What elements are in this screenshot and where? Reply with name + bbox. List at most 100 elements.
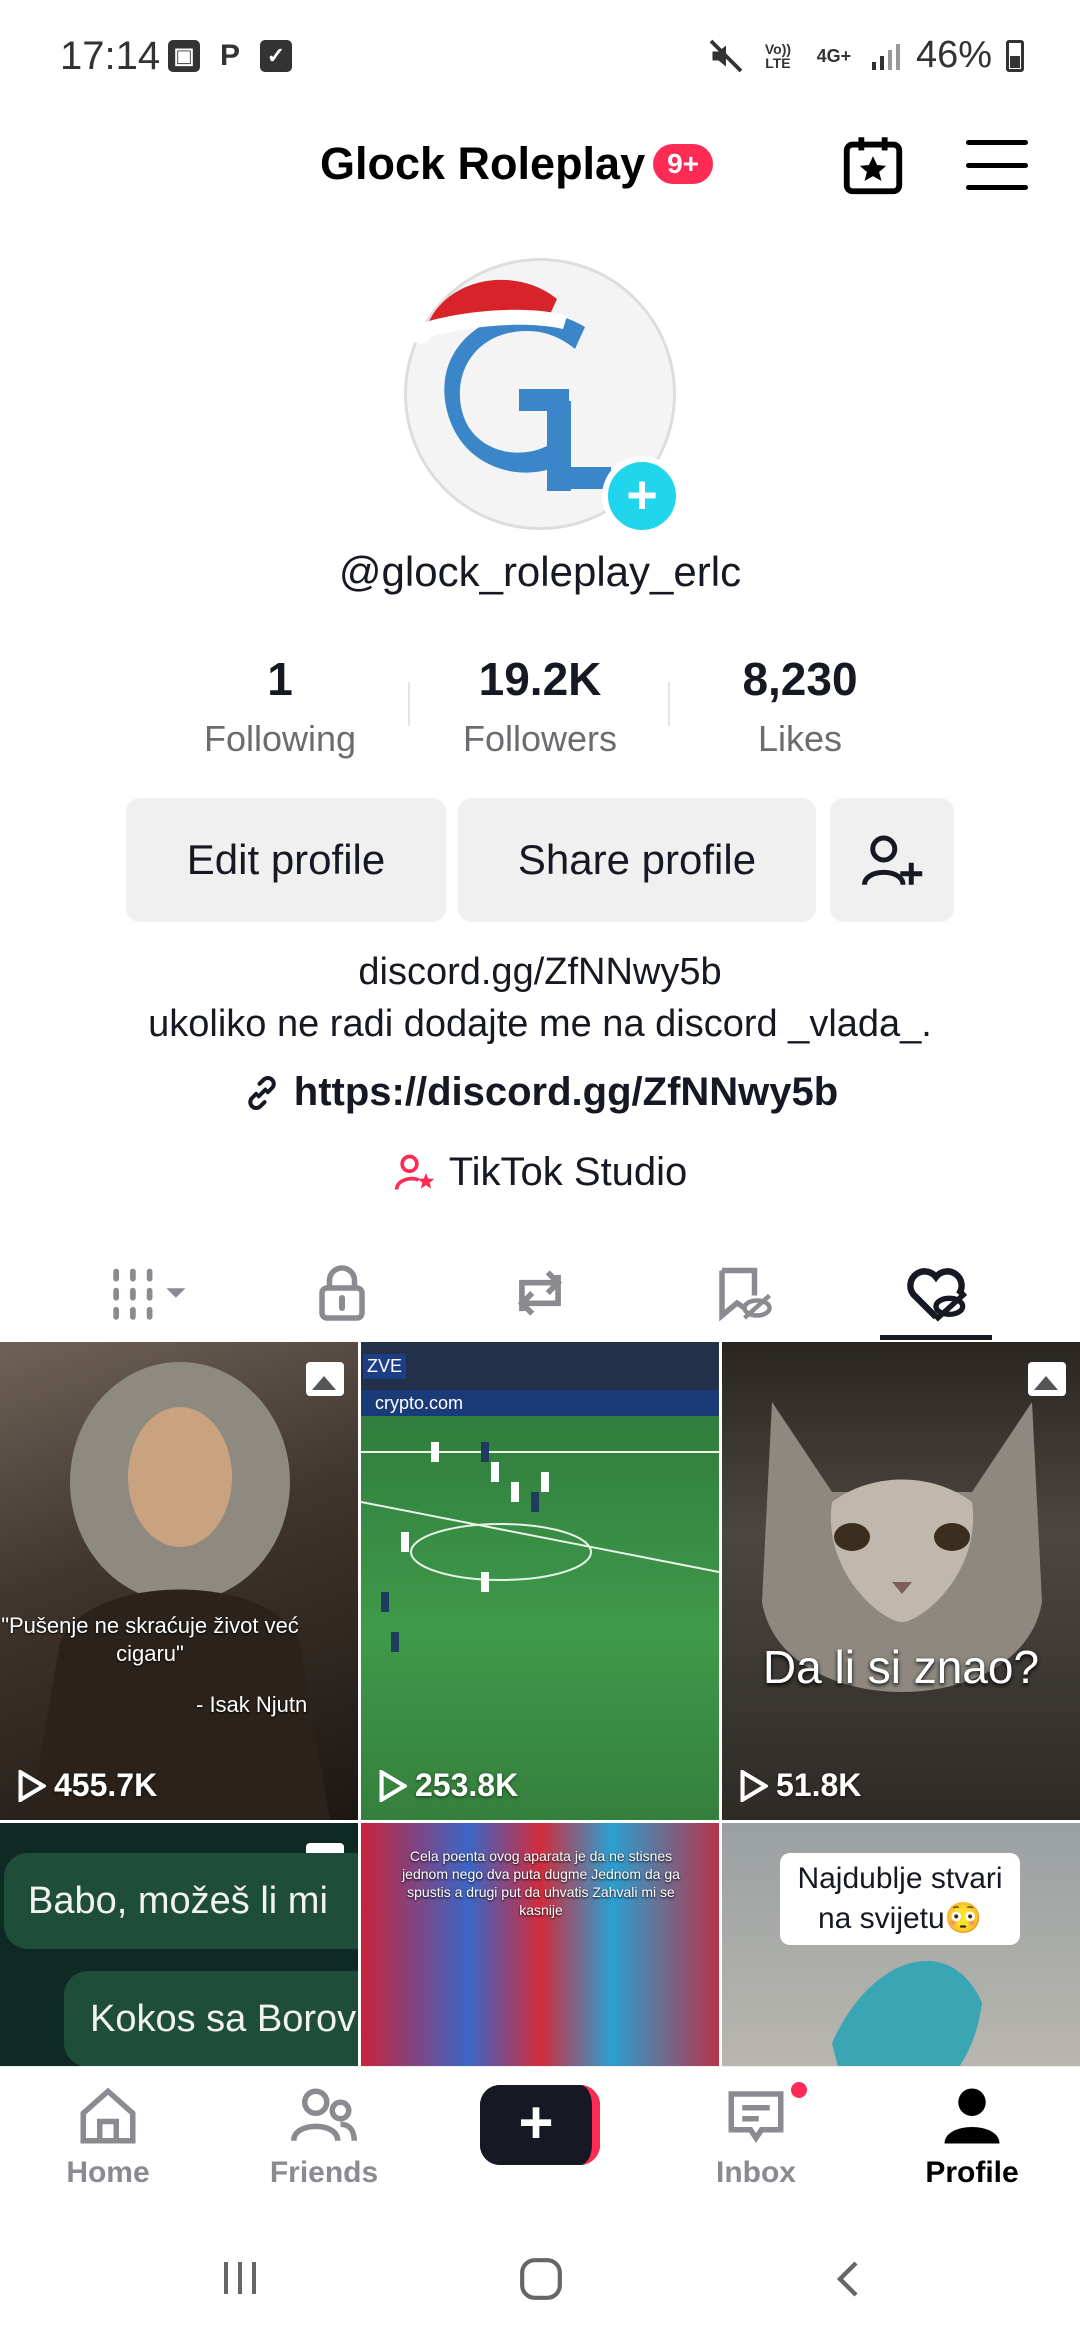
- lock-icon: [319, 1265, 365, 1321]
- nav-label: Inbox: [716, 2156, 796, 2189]
- link-text: https://discord.gg/ZfNNwy5b: [293, 1070, 839, 1114]
- nav-friends[interactable]: Friends: [234, 2085, 414, 2190]
- create-button[interactable]: +: [472, 2085, 600, 2165]
- stat-likes[interactable]: 8,230 Likes: [670, 652, 930, 762]
- tab-liked[interactable]: [876, 1245, 996, 1341]
- edit-profile-button[interactable]: Edit profile: [126, 798, 446, 922]
- notification-badge: 9+: [653, 144, 714, 184]
- mute-icon: [709, 39, 743, 72]
- studio-label: TikTok Studio: [448, 1150, 688, 1194]
- photo-icon: [306, 1362, 344, 1396]
- stat-value: 19.2K: [478, 653, 602, 705]
- home-system-icon[interactable]: [518, 2256, 564, 2302]
- recent-apps-icon[interactable]: [218, 2256, 262, 2300]
- tab-favorites[interactable]: [682, 1245, 802, 1341]
- friends-icon: [291, 2088, 357, 2142]
- video-thumbnail[interactable]: Da li si znao? 51.8K: [722, 1342, 1080, 1820]
- thumbnail-caption: Da li si znao?: [762, 1641, 1040, 1693]
- paypal-icon: P: [219, 39, 240, 72]
- thumbnail-caption: - Isak Njutn: [196, 1692, 308, 1717]
- checkbox-icon: ✓: [260, 40, 292, 72]
- tab-private[interactable]: [282, 1245, 402, 1341]
- play-icon: [18, 1769, 46, 1802]
- menu-button[interactable]: [966, 140, 1028, 190]
- video-thumbnail[interactable]: Babo, možeš li mi Kokos sa Borov: [0, 1823, 358, 2066]
- back-icon[interactable]: [828, 2256, 868, 2302]
- studio-icon: [394, 1154, 434, 1190]
- thumbnail-label: ZVE: [363, 1354, 407, 1379]
- status-notification-icons: ▣ P ✓: [168, 39, 292, 72]
- volte-indicator: Vo)) LTE: [764, 40, 792, 71]
- profile-stats: 1 Following 19.2K Followers 8,230 Likes: [150, 652, 930, 762]
- video-thumbnail[interactable]: Najdublje stvari na svijetu😳: [722, 1823, 1080, 2066]
- profile-bio: discord.gg/ZfNNwy5b ukoliko ne radi doda…: [0, 946, 1080, 1050]
- profile-icon: [944, 2088, 1000, 2144]
- view-count: 455.7K: [18, 1767, 157, 1804]
- bio-line: ukoliko ne radi dodajte me na discord _v…: [148, 1003, 932, 1045]
- nav-label: Profile: [925, 2156, 1019, 2189]
- bio-line: discord.gg/ZfNNwy5b: [358, 951, 722, 993]
- nav-inbox[interactable]: Inbox: [666, 2085, 846, 2190]
- tab-reposts[interactable]: [480, 1245, 600, 1341]
- thumbnail-caption: Najdublje stvari na svijetu😳: [780, 1853, 1020, 1945]
- photo-icon: [1028, 1362, 1066, 1396]
- view-count: 253.8K: [379, 1767, 518, 1804]
- page-title: Glock Roleplay: [320, 138, 646, 189]
- ad-banner: crypto.com: [361, 1390, 719, 1416]
- add-user-icon: [862, 835, 923, 886]
- stat-following[interactable]: 1 Following: [150, 652, 410, 762]
- stat-value: 1: [267, 653, 293, 705]
- tiktok-studio-link[interactable]: TikTok Studio: [0, 1150, 1080, 1195]
- calendar-star-icon[interactable]: [838, 130, 908, 200]
- play-icon: [379, 1769, 407, 1802]
- stat-divider: [668, 682, 670, 726]
- active-tab-indicator: [880, 1335, 992, 1340]
- battery-percent: 46%: [915, 34, 992, 76]
- grid-icon: [113, 1268, 186, 1320]
- thumbnail-caption: Cela poenta ovog aparata je da ne stisne…: [402, 1848, 680, 1918]
- view-count-text: 51.8K: [776, 1767, 862, 1803]
- portrait-illustration: [30, 1362, 330, 1820]
- bottom-nav: Home Friends + Inbox Profile: [0, 2066, 1080, 2216]
- profile-link[interactable]: https://discord.gg/ZfNNwy5b: [0, 1070, 1080, 1115]
- add-story-button[interactable]: +: [602, 456, 682, 536]
- account-switcher[interactable]: Glock Roleplay 9+: [320, 138, 714, 190]
- battery-icon: [1006, 39, 1024, 72]
- home-icon: [80, 2087, 136, 2144]
- profile-handle: @glock_roleplay_erlc: [338, 548, 742, 595]
- stat-label: Likes: [757, 718, 843, 759]
- 4g-indicator: 4G+: [816, 45, 852, 66]
- inbox-icon: [728, 2091, 784, 2143]
- stat-followers[interactable]: 19.2K Followers: [410, 652, 670, 762]
- cat-illustration: [762, 1402, 1042, 1692]
- system-nav-bar: [0, 2216, 1080, 2340]
- view-count-text: 253.8K: [415, 1767, 519, 1803]
- video-thumbnail[interactable]: ZVE crypto.com 253.8K: [361, 1342, 719, 1820]
- profile-tabs: [0, 1245, 1080, 1341]
- chat-bubble: Babo, možeš li mi: [4, 1853, 358, 1949]
- nav-label: Friends: [269, 2156, 379, 2189]
- share-profile-button[interactable]: Share profile: [458, 798, 816, 922]
- view-count-text: 455.7K: [54, 1767, 158, 1803]
- gallery-icon: ▣: [168, 40, 200, 72]
- heart-hidden-icon: [907, 1268, 968, 1322]
- video-thumbnail[interactable]: "Pušenje ne skraćuje život već cigaru" -…: [0, 1342, 358, 1820]
- video-thumbnail[interactable]: Cela poenta ovog aparata je da ne stisne…: [361, 1823, 719, 2066]
- video-grid: "Pušenje ne skraćuje život već cigaru" -…: [0, 1342, 1080, 2066]
- signal-icon: [871, 43, 900, 70]
- bookmark-hidden-icon: [719, 1267, 772, 1322]
- status-right: Vo)) LTE 4G+ 46%: [708, 34, 1024, 77]
- add-friend-button[interactable]: [830, 798, 954, 922]
- nav-label: Home: [66, 2156, 150, 2189]
- stat-label: Following: [203, 718, 357, 759]
- status-bar: 17:14 ▣ P ✓ Vo)) LTE 4G+ 46%: [0, 0, 1080, 120]
- thumbnail-caption: "Pušenje ne skraćuje život već cigaru": [1, 1613, 299, 1666]
- stat-value: 8,230: [742, 653, 858, 705]
- tab-videos[interactable]: [92, 1245, 212, 1341]
- nav-profile[interactable]: Profile: [882, 2085, 1062, 2190]
- plus-icon: +: [480, 2085, 600, 2165]
- repost-icon: [517, 1270, 563, 1316]
- inbox-notification-dot: [788, 2079, 810, 2101]
- view-count: 51.8K: [740, 1767, 861, 1804]
- nav-home[interactable]: Home: [18, 2085, 198, 2190]
